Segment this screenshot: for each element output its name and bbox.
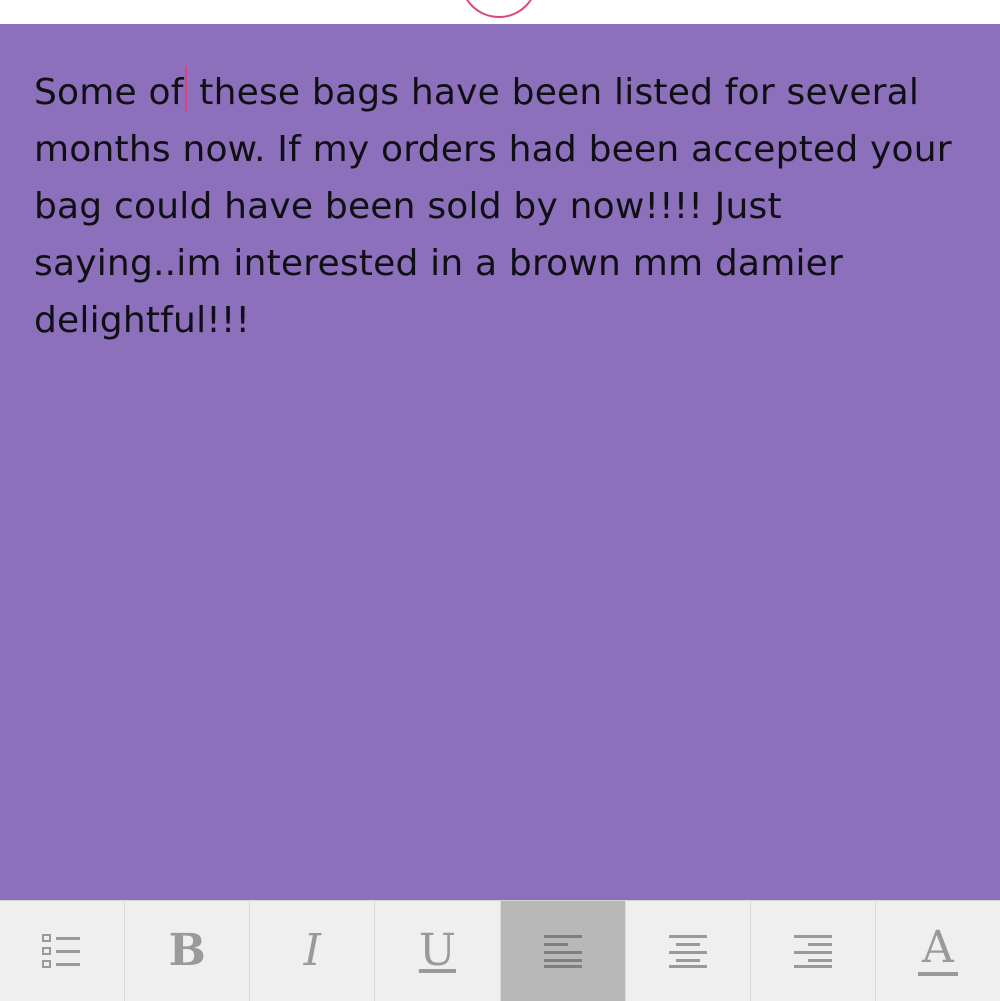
top-action-button[interactable] [460, 0, 538, 18]
list-icon [42, 933, 82, 969]
align-right-button[interactable] [751, 901, 876, 1001]
font-color-icon: A [918, 926, 958, 976]
underline-icon: U [418, 925, 456, 976]
bold-icon: B [168, 925, 206, 976]
note-text[interactable]: Some of these bags have been listed for … [34, 64, 954, 349]
italic-icon: I [303, 925, 321, 976]
text-caret [184, 66, 187, 112]
italic-button[interactable]: I [250, 901, 376, 1001]
underline-button[interactable]: U [375, 901, 501, 1001]
align-left-button[interactable] [500, 901, 626, 1001]
note-text-before-caret: Some of [34, 72, 184, 113]
align-left-icon [543, 934, 583, 968]
bold-button[interactable]: B [125, 901, 251, 1001]
note-editor[interactable]: Some of these bags have been listed for … [0, 24, 1000, 900]
align-right-icon [793, 934, 833, 968]
font-color-button[interactable]: A [876, 901, 1000, 1001]
top-bar [0, 0, 1000, 24]
align-center-icon [668, 934, 708, 968]
formatting-toolbar: B I U A [0, 900, 1000, 1001]
align-center-button[interactable] [626, 901, 751, 1001]
list-button[interactable] [0, 901, 126, 1001]
